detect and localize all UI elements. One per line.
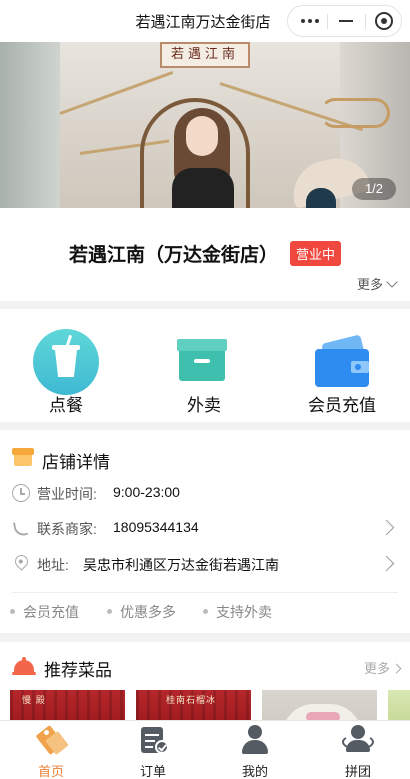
tab-group-buy[interactable]: 拼团 <box>307 721 409 779</box>
minimize-icon[interactable] <box>328 6 366 36</box>
tab-home-label: 首页 <box>37 764 64 779</box>
banner-carousel[interactable]: 若遇江南 1/2 <box>0 42 410 208</box>
address-row[interactable]: 地址: 吴忠市利通区万达金街若遇江南 <box>12 552 398 576</box>
delivery-box-icon <box>171 329 237 395</box>
mini-program-capsule <box>287 5 402 37</box>
hours-label: 营业时间: <box>37 486 97 502</box>
order-list-icon <box>137 724 169 756</box>
carousel-pager: 1/2 <box>352 178 396 200</box>
order-entry-label: 点餐 <box>49 396 83 415</box>
details-title: 店铺详情 <box>42 453 110 472</box>
hours-row: 营业时间: 9:00-23:00 <box>12 481 398 505</box>
recommended-title: 推荐菜品 <box>44 661 112 680</box>
dish-caption: 桂南石榴冰 <box>166 696 217 706</box>
chevron-down-icon <box>386 276 398 288</box>
hours-value: 9:00-23:00 <box>113 484 180 500</box>
tab-orders[interactable]: 订单 <box>102 721 204 779</box>
shop-sign: 若遇江南 <box>160 42 250 68</box>
store-name: 若遇江南（万达金街店） <box>68 245 278 266</box>
tab-mine-label: 我的 <box>241 764 268 779</box>
phone-value: 18095344134 <box>113 519 199 535</box>
store-more-button[interactable]: 更多 <box>357 274 398 293</box>
wallet-icon <box>309 329 375 395</box>
navigation-bar: 若遇江南万达金街店 <box>0 0 410 42</box>
chevron-right-icon <box>378 519 395 536</box>
phone-label: 联系商家: <box>37 521 97 537</box>
tab-group-buy-label: 拼团 <box>344 764 371 779</box>
dish-caption: 慢 殿 <box>22 696 46 706</box>
bottom-tab-bar: 首页 订单 我的 拼团 <box>0 720 410 779</box>
shop-icon <box>12 448 34 466</box>
divider <box>12 592 398 593</box>
phone-icon <box>12 518 30 538</box>
cloche-icon <box>12 657 36 678</box>
takeout-entry-label: 外卖 <box>187 396 221 415</box>
address-label: 地址: <box>37 557 69 573</box>
feature-tag: 会员充值 <box>10 602 79 622</box>
tab-mine[interactable]: 我的 <box>204 721 306 779</box>
chevron-right-icon <box>378 555 395 572</box>
service-entries: 点餐 外卖 会员充值 <box>0 309 410 422</box>
clock-icon <box>12 484 30 502</box>
home-tag-icon <box>35 724 69 756</box>
user-icon <box>239 724 271 756</box>
status-badge: 营业中 <box>290 241 342 266</box>
store-details-card: 店铺详情 营业时间: 9:00-23:00 联系商家: 18095344134 … <box>0 430 410 633</box>
banner-photo-person <box>168 104 238 208</box>
chevron-right-icon <box>391 663 402 674</box>
more-dots-icon[interactable] <box>292 6 330 36</box>
group-buy-icon <box>342 724 374 756</box>
recommended-more-button[interactable]: 更多 <box>364 658 402 677</box>
member-recharge-label: 会员充值 <box>308 396 376 415</box>
phone-row[interactable]: 联系商家: 18095344134 <box>12 516 398 540</box>
tab-home[interactable]: 首页 <box>0 721 102 779</box>
address-value: 吴忠市利通区万达金街若遇江南 <box>83 557 279 573</box>
location-pin-icon <box>12 552 31 573</box>
tab-orders-label: 订单 <box>139 764 166 779</box>
feature-tag: 支持外卖 <box>203 602 272 622</box>
target-close-icon[interactable] <box>366 6 404 36</box>
store-header: 若遇江南（万达金街店） 营业中 更多 <box>0 208 410 301</box>
feature-tag: 优惠多多 <box>107 602 176 622</box>
drink-cup-icon <box>33 329 99 395</box>
